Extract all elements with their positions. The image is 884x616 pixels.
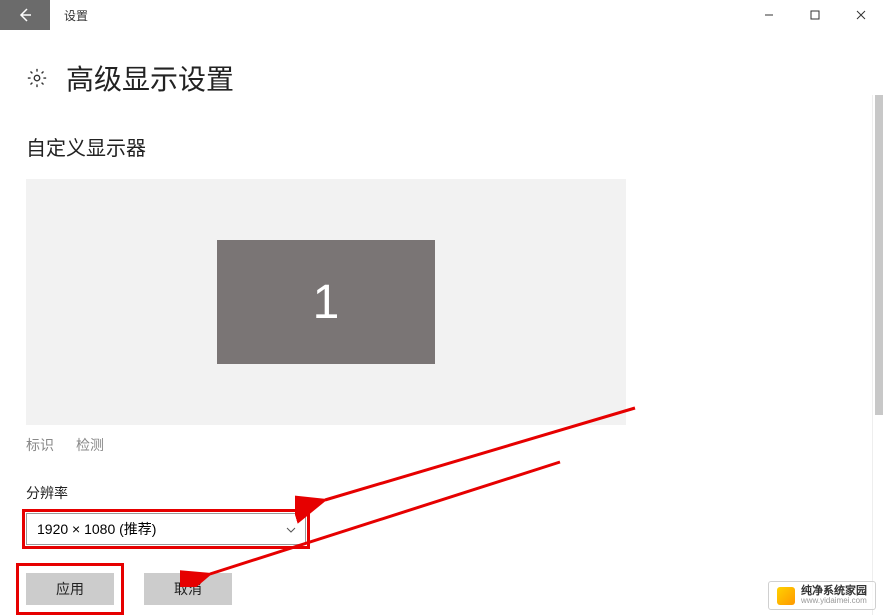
monitor-1[interactable]: 1 bbox=[217, 240, 435, 364]
apply-button[interactable]: 应用 bbox=[26, 573, 114, 605]
resolution-label: 分辨率 bbox=[26, 483, 858, 503]
monitor-number: 1 bbox=[313, 275, 340, 330]
chevron-down-icon bbox=[285, 523, 297, 535]
watermark-url: www.yidaimei.com bbox=[801, 597, 867, 606]
maximize-icon bbox=[810, 10, 820, 20]
action-button-row: 应用 取消 bbox=[26, 573, 858, 605]
close-button[interactable] bbox=[838, 0, 884, 30]
display-preview-canvas: 1 bbox=[26, 179, 626, 425]
resolution-dropdown-wrap: 1920 × 1080 (推荐) bbox=[26, 513, 306, 545]
window-title: 设置 bbox=[64, 7, 88, 24]
cancel-button-wrap: 取消 bbox=[144, 573, 232, 605]
watermark: 纯净系统家园 www.yidaimei.com bbox=[768, 581, 876, 610]
content-area: 高级显示设置 自定义显示器 1 标识 检测 分辨率 1920 × 1080 (推… bbox=[0, 30, 884, 605]
close-icon bbox=[856, 10, 866, 20]
cancel-button[interactable]: 取消 bbox=[144, 573, 232, 605]
page-header: 高级显示设置 bbox=[26, 58, 858, 98]
maximize-button[interactable] bbox=[792, 0, 838, 30]
gear-icon bbox=[26, 67, 48, 89]
watermark-logo-icon bbox=[777, 587, 795, 605]
titlebar: 设置 bbox=[0, 0, 884, 30]
minimize-icon bbox=[764, 10, 774, 20]
section-heading: 自定义显示器 bbox=[26, 132, 858, 161]
resolution-dropdown[interactable]: 1920 × 1080 (推荐) bbox=[26, 513, 306, 545]
identify-link[interactable]: 标识 bbox=[26, 435, 54, 455]
back-button[interactable] bbox=[0, 0, 50, 30]
minimize-button[interactable] bbox=[746, 0, 792, 30]
resolution-selected-value: 1920 × 1080 (推荐) bbox=[37, 519, 156, 539]
apply-button-wrap: 应用 bbox=[26, 573, 114, 605]
page-heading: 高级显示设置 bbox=[66, 58, 234, 98]
scrollbar[interactable] bbox=[872, 95, 884, 615]
scrollbar-thumb[interactable] bbox=[875, 95, 883, 415]
detect-link[interactable]: 检测 bbox=[76, 435, 104, 455]
back-arrow-icon bbox=[17, 7, 33, 23]
window-controls bbox=[746, 0, 884, 30]
display-link-row: 标识 检测 bbox=[26, 435, 858, 455]
watermark-text: 纯净系统家园 www.yidaimei.com bbox=[801, 585, 867, 606]
